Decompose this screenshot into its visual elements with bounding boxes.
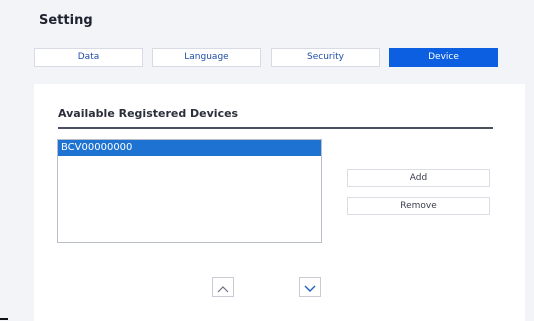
remove-button[interactable]: Remove (347, 197, 490, 215)
move-down-button[interactable] (299, 277, 321, 297)
edge-marker (0, 318, 8, 320)
move-up-button[interactable] (212, 277, 234, 297)
page-title: Setting (39, 13, 93, 28)
tab-language[interactable]: Language (152, 48, 261, 67)
chevron-down-icon (304, 278, 316, 297)
device-panel: Available Registered Devices BCV00000000… (34, 84, 525, 321)
add-button[interactable]: Add (347, 169, 490, 187)
list-item[interactable]: BCV00000000 (58, 140, 321, 156)
tab-data[interactable]: Data (34, 48, 143, 67)
registered-devices-list[interactable]: BCV00000000 (57, 139, 322, 243)
chevron-up-icon (217, 278, 229, 297)
tab-device[interactable]: Device (389, 48, 498, 67)
section-divider (58, 127, 493, 129)
section-title: Available Registered Devices (58, 107, 239, 120)
tab-security[interactable]: Security (271, 48, 380, 67)
